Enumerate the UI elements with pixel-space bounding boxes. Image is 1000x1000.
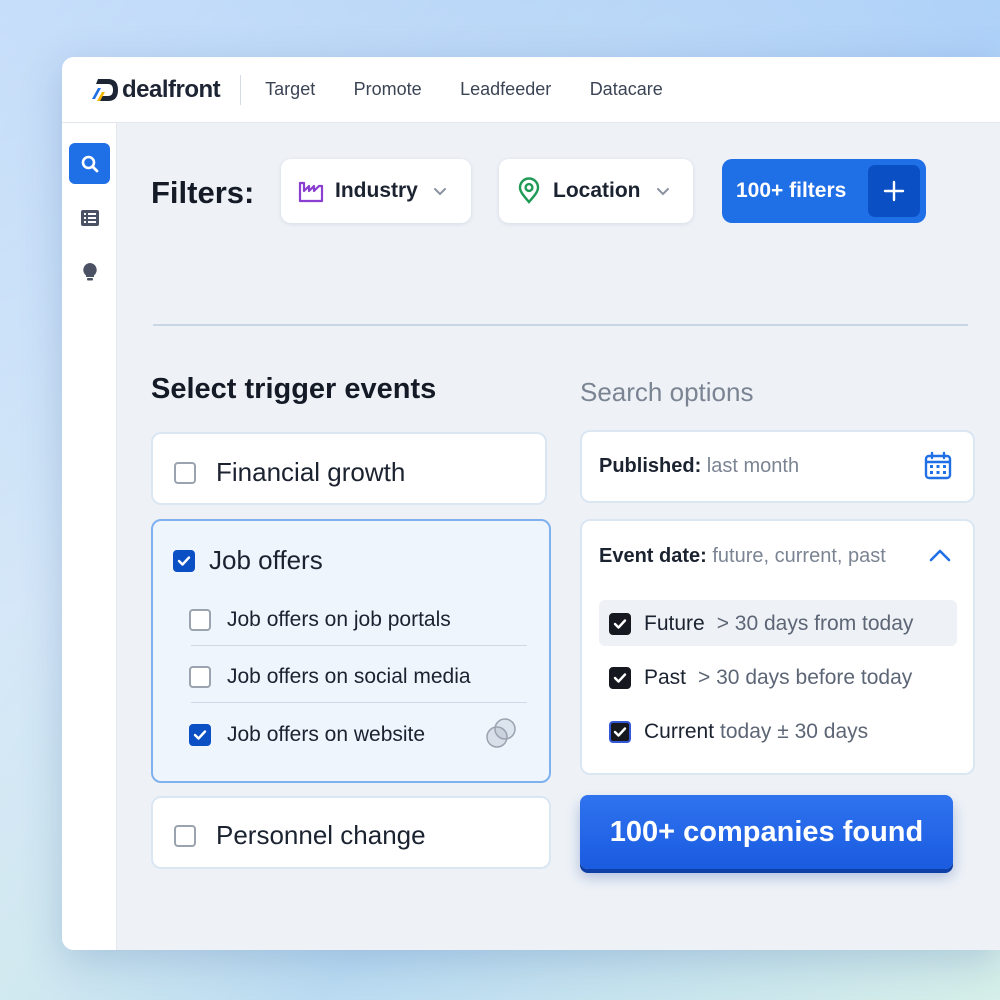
past-label: Past (644, 666, 687, 689)
nav-divider (240, 74, 242, 105)
top-bar: dealfront Target Promote Leadfeeder Data… (62, 57, 1000, 123)
social-media-label: Job offers on social media (227, 665, 471, 688)
location-filter-label: Location (553, 179, 641, 202)
calendar-icon[interactable] (923, 451, 953, 481)
social-media-checkbox[interactable] (189, 666, 211, 688)
job-offers-card[interactable]: Job offers Job offers on job portals Job… (151, 519, 551, 783)
logo-text: dealfront (122, 75, 221, 103)
current-option[interactable]: Current today ± 30 days (609, 720, 868, 744)
personnel-change-option[interactable]: Personnel change (174, 820, 426, 851)
financial-growth-card[interactable]: Financial growth (151, 432, 547, 505)
future-checkbox[interactable] (609, 613, 631, 635)
filters-label: Filters: (151, 175, 255, 210)
personnel-change-card[interactable]: Personnel change (151, 796, 551, 869)
website-checkbox[interactable] (189, 724, 211, 746)
financial-growth-option[interactable]: Financial growth (174, 457, 405, 488)
industry-filter-label: Industry (335, 179, 418, 202)
past-detail: > 30 days before today (698, 666, 913, 689)
personnel-change-label: Personnel change (216, 820, 426, 850)
chevron-down-icon (656, 188, 669, 196)
financial-growth-checkbox[interactable] (174, 461, 196, 484)
event-date-key: Event date: (599, 545, 707, 567)
main-content: Filters: Industry Location 100+ filters (117, 123, 1000, 950)
nav-datacare[interactable]: Datacare (590, 79, 663, 99)
plus-icon (883, 180, 905, 202)
nav-target[interactable]: Target (265, 79, 315, 99)
event-date-filter[interactable]: Event date: future, current, past Future… (580, 519, 975, 775)
sub-option-divider (191, 645, 527, 646)
sidebar-insights-button[interactable] (69, 251, 110, 292)
current-checkbox[interactable] (609, 721, 631, 743)
nav-leadfeeder[interactable]: Leadfeeder (460, 79, 551, 99)
past-checkbox[interactable] (609, 667, 631, 689)
sidebar-list-button[interactable] (69, 197, 110, 238)
checkmark-icon (613, 619, 627, 629)
job-offers-label: Job offers (209, 545, 323, 575)
financial-growth-label: Financial growth (216, 457, 406, 487)
website-label: Job offers on website (227, 723, 426, 746)
trigger-events-title: Select trigger events (151, 373, 437, 405)
job-portals-option[interactable]: Job offers on job portals (189, 608, 451, 632)
sub-option-divider (191, 702, 527, 703)
main-nav: Target Promote Leadfeeder Datacare (265, 79, 697, 100)
current-detail: today ± 30 days (720, 720, 869, 743)
checkmark-icon (613, 727, 627, 737)
social-media-option[interactable]: Job offers on social media (189, 665, 471, 689)
location-pin-icon (518, 177, 540, 204)
factory-icon (298, 181, 324, 203)
search-icon (81, 155, 98, 172)
future-label: Future (644, 612, 705, 635)
sidebar (62, 123, 117, 950)
published-value: last month (706, 455, 800, 477)
section-divider (153, 324, 968, 326)
logo-mark-icon (92, 78, 118, 101)
nav-promote[interactable]: Promote (354, 79, 422, 99)
chevron-down-icon (433, 188, 446, 196)
published-key: Published: (599, 455, 702, 477)
past-option[interactable]: Past > 30 days before today (609, 666, 912, 690)
location-filter[interactable]: Location (499, 159, 693, 223)
app-window: dealfront Target Promote Leadfeeder Data… (62, 57, 1000, 950)
checkmark-icon (613, 673, 627, 683)
sidebar-search-button[interactable] (69, 143, 110, 184)
more-filters-label: 100+ filters (736, 179, 847, 202)
published-filter[interactable]: Published: last month (580, 430, 975, 503)
job-portals-checkbox[interactable] (189, 609, 211, 631)
chevron-up-icon[interactable] (929, 547, 951, 563)
event-date-value: future, current, past (712, 545, 886, 567)
event-date-text: Event date: future, current, past (599, 545, 886, 568)
checkmark-icon (193, 730, 207, 740)
search-options-title: Search options (580, 377, 754, 407)
job-offers-option[interactable]: Job offers (173, 545, 323, 576)
job-portals-label: Job offers on job portals (227, 608, 451, 631)
lightbulb-icon (82, 262, 97, 280)
cursor-indicator-icon (486, 718, 516, 748)
future-detail: > 30 days from today (716, 612, 914, 635)
job-offers-checkbox[interactable] (173, 549, 195, 572)
personnel-change-checkbox[interactable] (174, 824, 196, 847)
list-icon (80, 209, 99, 226)
companies-found-button[interactable]: 100+ companies found (580, 795, 953, 869)
checkmark-icon (177, 555, 191, 566)
website-option[interactable]: Job offers on website (189, 723, 425, 747)
published-text: Published: last month (599, 455, 799, 478)
logo[interactable]: dealfront (88, 75, 221, 105)
more-filters-button[interactable]: 100+ filters (722, 159, 926, 223)
current-label: Current (644, 720, 715, 743)
future-option[interactable]: Future > 30 days from today (609, 612, 913, 636)
industry-filter[interactable]: Industry (281, 159, 471, 223)
add-filter-button[interactable] (868, 165, 920, 217)
